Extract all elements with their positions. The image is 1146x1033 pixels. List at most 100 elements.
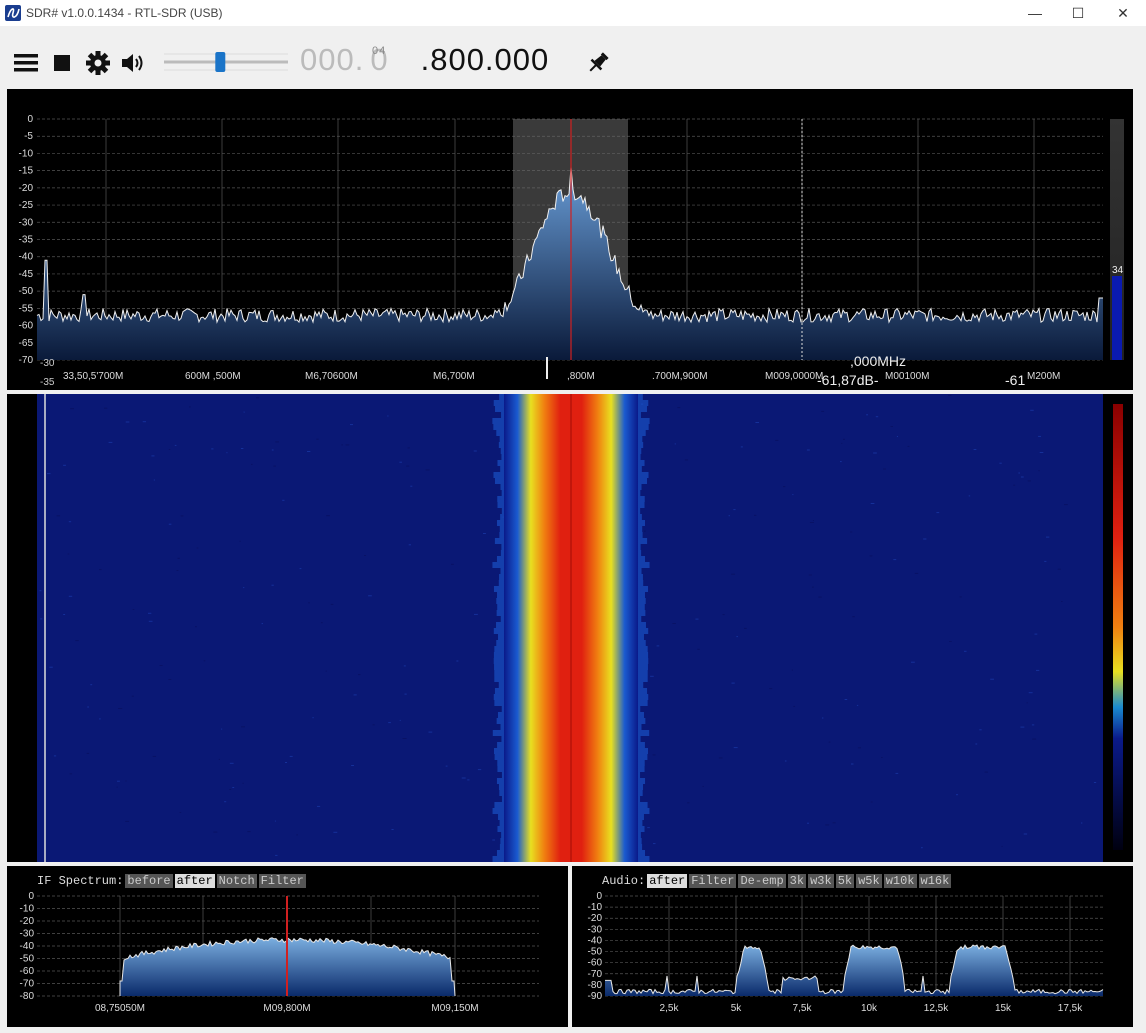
title-bar: SDR# v1.0.0.1434 - RTL-SDR (USB) — ☐ ✕ bbox=[0, 0, 1146, 26]
waterfall-display[interactable] bbox=[7, 394, 1133, 862]
audio-spectrum-fill bbox=[605, 945, 1103, 996]
spectrum-y-tick: -30 bbox=[19, 217, 34, 228]
window-title: SDR# v1.0.0.1434 - RTL-SDR (USB) bbox=[26, 6, 223, 20]
if-spectrum-panel[interactable]: IF Spectrum: before after Notch Filter 0 -10-… bbox=[7, 866, 568, 1027]
spectrum-y-tick: -5 bbox=[24, 131, 33, 142]
x-tick: 15k bbox=[995, 1003, 1012, 1014]
audio-title: Audio: bbox=[602, 874, 646, 888]
spectrum-fill bbox=[37, 167, 1103, 360]
spectrum-x-tick: M6,70600M bbox=[305, 371, 358, 382]
spectrum-x-tick: .700M,900M bbox=[652, 371, 708, 382]
waterfall-color-scale[interactable] bbox=[1113, 404, 1123, 850]
y-tick: -10 bbox=[588, 902, 603, 913]
spectrum-y-tick: -55 bbox=[19, 303, 34, 314]
y-tick: -40 bbox=[588, 935, 603, 946]
if-spectrum-trace bbox=[119, 937, 456, 997]
y-tick: -20 bbox=[20, 916, 35, 927]
y-tick: 0 bbox=[28, 891, 34, 902]
spectrum-x-tick: M009,0000M bbox=[765, 371, 823, 382]
audio-spectrum-panel[interactable]: Audio: after Filter De-emp 3k w3k 5k w5k w10k w16… bbox=[572, 866, 1133, 1027]
spectrum-y-tick: -35 bbox=[19, 235, 34, 246]
y-tick: -70 bbox=[588, 969, 603, 980]
audio-filter-button[interactable]: Filter bbox=[689, 874, 737, 888]
y-tick: -80 bbox=[588, 980, 603, 991]
pin-icon[interactable] bbox=[585, 50, 611, 76]
gain-value: 34 bbox=[1112, 265, 1124, 276]
volume-slider[interactable] bbox=[162, 50, 290, 74]
app-icon bbox=[5, 5, 21, 21]
y-tick: -80 bbox=[20, 991, 35, 1002]
audio-after-button[interactable]: after bbox=[647, 874, 688, 888]
audio-header: Audio: after Filter De-emp 3k w3k 5k w5k w10k w16… bbox=[602, 874, 952, 888]
audio-w10k-button[interactable]: w10k bbox=[883, 874, 917, 888]
audio-w3k-button[interactable]: w3k bbox=[808, 874, 834, 888]
spectrum-x-tick: 600M ,500M bbox=[185, 371, 241, 382]
y-tick: -20 bbox=[588, 913, 603, 924]
audio-w5k-button[interactable]: w5k bbox=[856, 874, 882, 888]
audio-5k-button[interactable]: 5k bbox=[835, 874, 855, 888]
spectrum-y-tick: -15 bbox=[19, 166, 34, 177]
if-before-button[interactable]: before bbox=[125, 874, 173, 888]
minimize-button[interactable]: — bbox=[1012, 0, 1058, 26]
spectrum-analyzer[interactable]: 0 -5 -10 -15 -20 -25 -30 -35 -40 -45 -50 -55 -60 -65-… bbox=[7, 89, 1133, 390]
x-tick: 12,5k bbox=[924, 1003, 949, 1014]
cursor-level-right-label: -61 bbox=[1005, 372, 1025, 388]
frequency-display[interactable]: 000. 0.800.000 04 bbox=[300, 42, 549, 78]
spectrum-x-tick: ,800M bbox=[567, 371, 595, 382]
spectrum-y-tick: -70 bbox=[19, 355, 34, 366]
if-spectrum-fill bbox=[120, 937, 455, 996]
y-tick: -40 bbox=[20, 941, 35, 952]
x-tick: 2,5k bbox=[660, 1003, 680, 1014]
if-spectrum-title: IF Spectrum: bbox=[37, 874, 124, 888]
menu-icon[interactable] bbox=[13, 50, 39, 76]
x-tick: M09,800M bbox=[263, 1003, 310, 1014]
audio-3k-button[interactable]: 3k bbox=[787, 874, 807, 888]
spectrum-extra-tick-2: -35 bbox=[40, 377, 55, 388]
if-spectrum-header: IF Spectrum: before after Notch Filter bbox=[37, 874, 306, 888]
if-after-button[interactable]: after bbox=[174, 874, 215, 888]
spectrum-y-tick: -45 bbox=[19, 269, 34, 280]
if-notch-button[interactable]: Notch bbox=[216, 874, 257, 888]
volume-thumb[interactable] bbox=[215, 52, 226, 72]
spectrum-x-tick: M6,700M bbox=[433, 371, 475, 382]
frequency-digit-overlay-small: 04 bbox=[372, 45, 387, 57]
y-tick: 0 bbox=[596, 891, 602, 902]
x-tick: 08,75050M bbox=[95, 1003, 145, 1014]
spectrum-x-tick: M200M bbox=[1027, 371, 1060, 382]
spectrum-y-tick: 0 bbox=[27, 114, 33, 125]
y-tick: -70 bbox=[20, 979, 35, 990]
close-button[interactable]: ✕ bbox=[1100, 0, 1146, 26]
spectrum-y-tick: -40 bbox=[19, 252, 34, 263]
y-tick: -50 bbox=[20, 954, 35, 965]
x-tick: 7,5k bbox=[793, 1003, 813, 1014]
spectrum-y-tick: -25 bbox=[19, 200, 34, 211]
y-tick: -50 bbox=[588, 947, 603, 958]
audio-spectrum-trace bbox=[605, 944, 1104, 995]
stop-icon[interactable] bbox=[50, 50, 76, 76]
frequency-digits-dim: 000. bbox=[300, 42, 365, 77]
spectrum-x-tick: M00100M bbox=[885, 371, 929, 382]
speaker-icon[interactable] bbox=[120, 50, 146, 76]
gain-slider-fill bbox=[1112, 276, 1122, 360]
y-tick: -30 bbox=[588, 924, 603, 935]
audio-w16k-button[interactable]: w16k bbox=[918, 874, 952, 888]
cursor-level-label: -61,87dB- bbox=[817, 372, 879, 388]
x-tick: 17,5k bbox=[1058, 1003, 1083, 1014]
spectrum-y-tick: -65 bbox=[19, 338, 34, 349]
audio-de-emp-button[interactable]: De-emp bbox=[738, 874, 786, 888]
spectrum-y-tick: -10 bbox=[19, 148, 34, 159]
spectrum-y-tick: -20 bbox=[19, 183, 34, 194]
y-tick: -90 bbox=[588, 991, 603, 1002]
spectrum-x-tick: 33,50,5'700M bbox=[63, 371, 123, 382]
x-tick: 10k bbox=[861, 1003, 878, 1014]
gear-icon[interactable] bbox=[85, 50, 111, 76]
y-tick: -30 bbox=[20, 929, 35, 940]
maximize-button[interactable]: ☐ bbox=[1055, 0, 1101, 26]
spectrum-extra-tick-1: -30 bbox=[40, 358, 55, 369]
x-tick: M09,150M bbox=[431, 1003, 478, 1014]
spectrum-y-tick: -60 bbox=[19, 321, 34, 332]
y-tick: -60 bbox=[20, 966, 35, 977]
frequency-digits-main: .800.000 bbox=[420, 42, 550, 77]
cursor-frequency-label: ,000MHz bbox=[850, 353, 906, 369]
if-filter-button[interactable]: Filter bbox=[258, 874, 306, 888]
